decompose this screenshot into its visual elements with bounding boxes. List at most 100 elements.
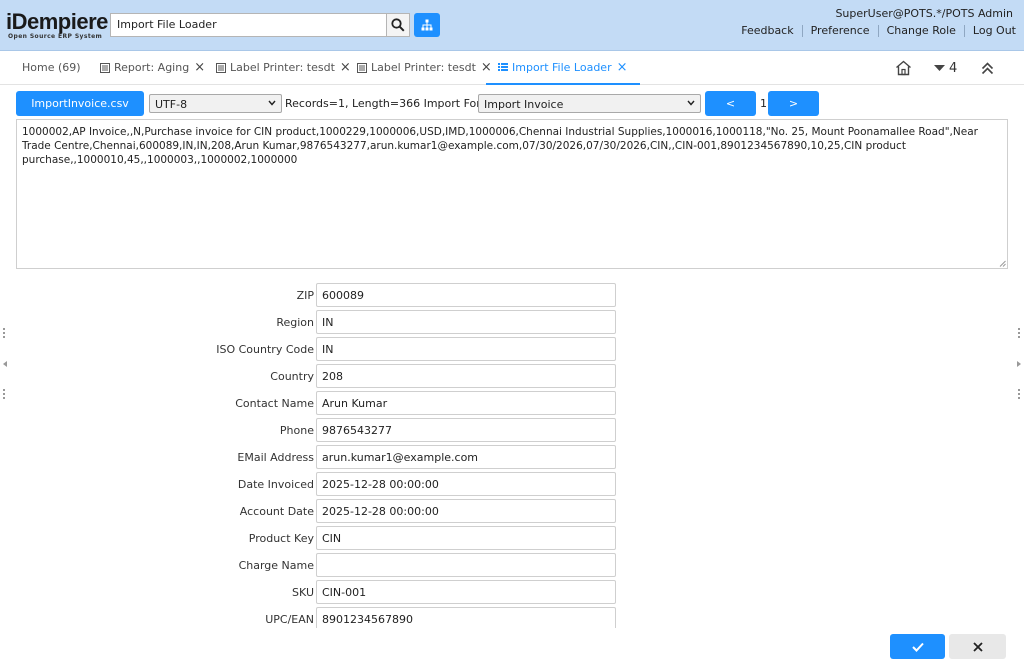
app-header: iDempiere Open Source ERP System Import … [0,0,1024,51]
sitemap-icon [421,19,433,31]
field-label: Country [270,370,314,383]
right-splitter-grip[interactable] [1018,326,1021,340]
chevron-down-icon [687,100,695,106]
tab-list-dropdown[interactable]: 4 [934,59,957,77]
right-splitter-grip[interactable] [1018,387,1021,401]
logout-link[interactable]: Log Out [965,25,1016,37]
double-chevron-up-icon [981,61,994,74]
field-upc-ean: UPC/EAN 8901234567890 [16,607,616,628]
product-key-input[interactable]: CIN [316,526,616,550]
search-button[interactable] [386,13,410,37]
import-format-value: Import Invoice [484,98,564,111]
file-content-text: 1000002,AP Invoice,,N,Purchase invoice f… [22,126,978,166]
feedback-link[interactable]: Feedback [733,25,803,37]
tab-import-file-loader[interactable]: Import File Loader × [486,51,640,85]
date-invoiced-input[interactable]: 2025-12-28 00:00:00 [316,472,616,496]
home-icon [896,60,911,76]
field-label: Date Invoiced [237,478,314,491]
field-date-invoiced: Date Invoiced 2025-12-28 00:00:00 [16,472,616,497]
close-icon [972,641,983,652]
left-splitter-grip[interactable] [3,326,6,340]
ok-button[interactable] [890,634,945,659]
field-zip: ZIP 600089 [16,283,616,308]
open-tab-count: 4 [949,60,958,76]
charset-value: UTF-8 [155,98,188,111]
country-input[interactable]: 208 [316,364,616,388]
field-label: UPC/EAN [265,613,314,626]
next-record-button[interactable]: > [768,91,819,116]
file-upload-button[interactable]: ImportInvoice.csv [16,91,144,116]
contact-name-input[interactable]: Arun Kumar [316,391,616,415]
field-product-key: Product Key CIN [16,526,616,551]
tab-label: Import File Loader [512,60,612,74]
field-label: Region [276,316,314,329]
zip-input[interactable]: 600089 [316,283,616,307]
field-charge-name: Charge Name [16,553,616,578]
field-label: ISO Country Code [216,343,314,356]
field-region: Region IN [16,310,616,335]
checkmark-icon [911,642,924,652]
file-content-textarea[interactable]: 1000002,AP Invoice,,N,Purchase invoice f… [16,119,1008,269]
home-button[interactable] [895,59,912,77]
record-number: 1 [760,97,767,110]
idempiere-logo[interactable]: iDempiere Open Source ERP System [6,9,108,41]
field-account-date: Account Date 2025-12-28 00:00:00 [16,499,616,524]
menu-tree-button[interactable] [414,13,440,37]
charge-name-input[interactable] [316,553,616,577]
chevron-down-icon [268,100,276,106]
caret-down-icon [934,64,945,71]
sku-input[interactable]: CIN-001 [316,580,616,604]
field-sku: SKU CIN-001 [16,580,616,605]
global-search-input[interactable]: Import File Loader [110,13,387,37]
tab-report-aging[interactable]: Report: Aging × [100,51,205,84]
left-collapse-arrow[interactable] [3,357,7,370]
close-icon[interactable]: × [340,60,351,75]
field-label: SKU [292,586,314,599]
logo-subtext: Open Source ERP System [8,33,103,40]
upc-ean-input[interactable]: 8901234567890 [316,607,616,628]
user-info[interactable]: SuperUser@POTS.*/POTS Admin [835,7,1013,20]
field-email: EMail Address arun.kumar1@example.com [16,445,616,470]
tab-label: Home (69) [22,61,81,74]
charset-select[interactable]: UTF-8 [149,94,282,113]
cancel-button[interactable] [949,634,1006,659]
window-icon [216,62,226,73]
report-icon [100,62,110,73]
right-collapse-arrow[interactable] [1017,357,1021,370]
field-contact-name: Contact Name Arun Kumar [16,391,616,416]
resize-grip-icon[interactable] [999,260,1006,267]
tab-label-printer-2[interactable]: Label Printer: tesdt × [357,51,492,84]
close-icon[interactable]: × [194,60,205,75]
change-role-link[interactable]: Change Role [879,25,965,37]
field-label: Charge Name [238,559,314,572]
header-links: Feedback Preference Change Role Log Out [733,25,1016,37]
field-phone: Phone 9876543277 [16,418,616,443]
close-icon[interactable]: × [617,60,628,75]
tab-label: Label Printer: tesdt [371,61,476,74]
field-label: Phone [279,424,314,437]
tab-label-printer-1[interactable]: Label Printer: tesdt × [216,51,351,84]
tab-label: Report: Aging [114,61,190,74]
email-input[interactable]: arun.kumar1@example.com [316,445,616,469]
field-iso-country-code: ISO Country Code IN [16,337,616,362]
list-icon [498,62,508,72]
previous-record-button[interactable]: < [705,91,756,116]
field-country: Country 208 [16,364,616,389]
tab-label: Label Printer: tesdt [230,61,335,74]
collapse-button[interactable] [981,59,994,77]
account-date-input[interactable]: 2025-12-28 00:00:00 [316,499,616,523]
phone-input[interactable]: 9876543277 [316,418,616,442]
import-fields-form: ZIP 600089 Region IN ISO Country Code IN… [16,283,1008,628]
tab-home[interactable]: Home (69) [22,51,81,84]
import-format-select[interactable]: Import Invoice [478,94,701,113]
field-label: Contact Name [235,397,314,410]
logo-text: iDempiere [6,9,108,34]
iso-country-code-input[interactable]: IN [316,337,616,361]
field-label: ZIP [296,289,314,302]
preference-link[interactable]: Preference [803,25,879,37]
window-tabbar: Home (69) Report: Aging × Label Printer:… [0,51,1024,85]
field-label: Product Key [248,532,314,545]
left-splitter-grip[interactable] [3,387,6,401]
region-input[interactable]: IN [316,310,616,334]
window-icon [357,62,367,73]
